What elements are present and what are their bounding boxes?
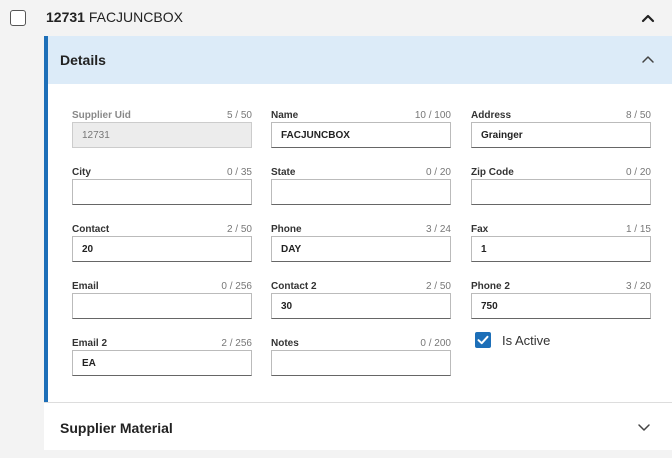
field-char-count: 10 / 100 (414, 110, 451, 121)
supplier-uid-input (72, 122, 252, 148)
field-char-count: 0 / 256 (221, 281, 252, 292)
field-label: City (72, 167, 91, 178)
is-active-checkbox[interactable] (475, 332, 491, 348)
field-char-count: 0 / 200 (420, 338, 451, 349)
state-input[interactable] (271, 179, 451, 205)
field-label: Name (271, 110, 299, 121)
phone-2-input[interactable] (471, 293, 651, 319)
name-input[interactable] (271, 122, 451, 148)
is-active-label: Is Active (502, 333, 551, 348)
field-label: Phone 2 (471, 281, 510, 292)
supplier-material-title: Supplier Material (60, 420, 173, 436)
field-char-count: 8 / 50 (625, 110, 651, 121)
contact-2-input[interactable] (271, 293, 451, 319)
supplier-material-header[interactable]: Supplier Material (44, 402, 672, 450)
field-label: Contact 2 (271, 281, 317, 292)
field-label: Phone (271, 224, 302, 235)
field-label: Email 2 (72, 338, 108, 349)
field-char-count: 1 / 15 (625, 224, 651, 235)
field-label: Supplier Uid (72, 110, 131, 121)
fax-input[interactable] (471, 236, 651, 262)
row-select-checkbox[interactable] (10, 10, 26, 26)
field-label: Fax (471, 224, 489, 235)
details-panel-header[interactable]: Details (48, 36, 672, 84)
notes-input[interactable] (271, 350, 451, 376)
row-name: FACJUNCBOX (88, 9, 183, 25)
field-label: Contact (72, 224, 110, 235)
field-label: Email (72, 281, 99, 292)
supplier-row-header[interactable]: 12731 FACJUNCBOX (0, 0, 672, 36)
email-2-input[interactable] (72, 350, 252, 376)
field-char-count: 0 / 35 (226, 167, 252, 178)
row-title: 12731 FACJUNCBOX (46, 9, 183, 25)
check-icon (477, 335, 489, 345)
phone-input[interactable] (271, 236, 451, 262)
city-input[interactable] (72, 179, 252, 205)
email-input[interactable] (72, 293, 252, 319)
contact-input[interactable] (72, 236, 252, 262)
field-label: Notes (271, 338, 299, 349)
details-panel: Details (44, 36, 672, 402)
field-char-count: 5 / 50 (226, 110, 252, 121)
chevron-down-icon[interactable] (636, 419, 652, 435)
field-char-count: 2 / 50 (425, 281, 451, 292)
details-title: Details (60, 52, 106, 68)
field-label: Zip Code (471, 167, 514, 178)
row-uid: 12731 (46, 9, 85, 25)
field-label: State (271, 167, 296, 178)
field-char-count: 2 / 50 (226, 224, 252, 235)
chevron-up-icon[interactable] (640, 10, 656, 26)
address-input[interactable] (471, 122, 651, 148)
field-char-count: 0 / 20 (425, 167, 451, 178)
field-char-count: 3 / 24 (425, 224, 451, 235)
zip-code-input[interactable] (471, 179, 651, 205)
field-char-count: 0 / 20 (625, 167, 651, 178)
field-label: Address (471, 110, 512, 121)
field-char-count: 2 / 256 (221, 338, 252, 349)
field-char-count: 3 / 20 (625, 281, 651, 292)
chevron-up-icon[interactable] (640, 52, 656, 68)
